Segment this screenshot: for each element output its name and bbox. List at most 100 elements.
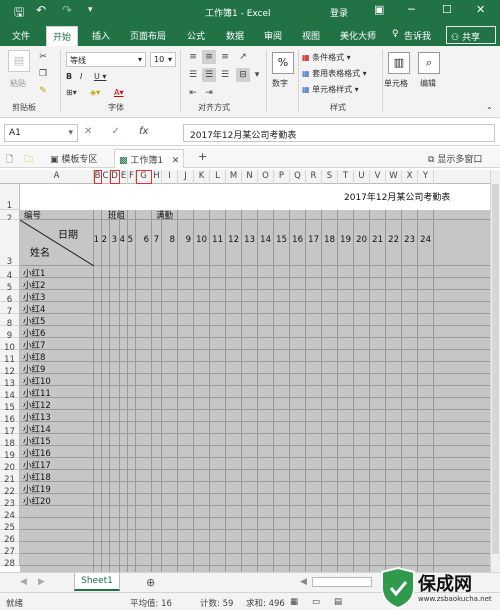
row-header-22[interactable]: 22 — [0, 482, 20, 497]
tab-page-layout[interactable]: 页面布局 — [130, 29, 166, 42]
row-header-20[interactable]: 20 — [0, 458, 20, 473]
multi-window-button[interactable]: ⧉ 显示多窗口 — [428, 152, 482, 165]
row-header-16[interactable]: 16 — [0, 410, 20, 425]
column-header-k[interactable]: K — [194, 170, 210, 184]
login-link[interactable]: 登录 — [330, 6, 348, 19]
row-header-23[interactable]: 23 — [0, 494, 20, 509]
tab-meihua[interactable]: 美化大师 — [340, 29, 376, 42]
search-icon[interactable]: ⌕ — [418, 52, 440, 74]
vertical-scrollbar[interactable] — [490, 170, 500, 572]
new-doc-icon[interactable]: 🗋 — [6, 152, 13, 168]
row-header-19[interactable]: 19 — [0, 446, 20, 461]
row-header-5[interactable]: 5 — [0, 278, 20, 293]
tab-review[interactable]: 审阅 — [264, 29, 282, 42]
cancel-icon[interactable]: ✕ — [84, 126, 92, 137]
merge-center-icon[interactable]: ⊟ — [236, 68, 250, 82]
column-header-f[interactable]: F — [128, 170, 136, 184]
hscroll-left-icon[interactable]: ◀ — [300, 577, 307, 587]
normal-view-icon[interactable]: ▦ — [290, 597, 298, 607]
table-format-button[interactable]: ▦ 套用表格格式 ▾ — [302, 68, 367, 79]
tab-home[interactable]: 开始 — [46, 26, 79, 46]
edit-button[interactable]: 编辑 — [420, 78, 436, 89]
column-header-u[interactable]: U — [354, 170, 370, 184]
column-header-q[interactable]: Q — [290, 170, 306, 184]
tab-data[interactable]: 数据 — [226, 29, 244, 42]
align-center-icon[interactable]: ☰ — [202, 68, 216, 82]
row-header-14[interactable]: 14 — [0, 386, 20, 401]
paste-icon[interactable]: ▤ — [8, 50, 30, 72]
increase-indent-icon[interactable]: ⇥ — [202, 86, 216, 100]
column-header-l[interactable]: L — [210, 170, 226, 184]
font-size-select[interactable]: 10 ▾ — [150, 52, 176, 67]
enter-icon[interactable]: ✓ — [111, 126, 119, 137]
horizontal-scrollbar[interactable] — [312, 577, 372, 587]
column-header-j[interactable]: J — [178, 170, 194, 184]
cell-style-button[interactable]: ▦ 单元格样式 ▾ — [302, 84, 359, 95]
row-header-18[interactable]: 18 — [0, 434, 20, 449]
row-header-8[interactable]: 8 — [0, 314, 20, 329]
column-header-w[interactable]: W — [386, 170, 402, 184]
column-header-t[interactable]: T — [338, 170, 354, 184]
tell-me-box[interactable]: 告诉我 — [404, 29, 431, 42]
close-icon[interactable]: ✕ — [476, 3, 485, 16]
column-header-c[interactable]: C — [102, 170, 110, 184]
column-header-e[interactable]: E — [120, 170, 128, 184]
align-top-icon[interactable]: ≡ — [186, 50, 200, 64]
maximize-icon[interactable]: ☐ — [442, 3, 452, 16]
align-middle-icon[interactable]: ≡ — [202, 50, 216, 64]
insert-function-icon[interactable]: fx — [139, 126, 148, 137]
border-icon[interactable]: ⊞▾ — [66, 88, 77, 97]
row-header-17[interactable]: 17 — [0, 422, 20, 437]
column-header-y[interactable]: Y — [418, 170, 434, 184]
orientation-icon[interactable]: ↗ — [236, 50, 250, 64]
row-header-9[interactable]: 9 — [0, 326, 20, 341]
tab-file[interactable]: 文件 — [12, 29, 30, 42]
number-format-button[interactable]: 数字 — [272, 78, 288, 89]
row-header-11[interactable]: 11 — [0, 350, 20, 365]
customize-quick-access-icon[interactable]: ▾ — [88, 5, 93, 15]
italic-button[interactable]: I — [80, 72, 82, 81]
row-header-7[interactable]: 7 — [0, 302, 20, 317]
paste-button[interactable]: 粘贴 — [10, 78, 26, 89]
column-header-s[interactable]: S — [322, 170, 338, 184]
column-header-n[interactable]: N — [242, 170, 258, 184]
copy-icon[interactable]: ❐ — [36, 67, 50, 81]
column-header-v[interactable]: V — [370, 170, 386, 184]
template-tab[interactable]: ▣ 模板专区 — [50, 152, 97, 165]
row-header-15[interactable]: 15 — [0, 398, 20, 413]
row-header-24[interactable]: 24 — [0, 506, 20, 521]
cells-icon[interactable]: ▥ — [388, 52, 410, 74]
page-layout-view-icon[interactable]: ▭ — [312, 597, 320, 607]
align-bottom-icon[interactable]: ≡ — [218, 50, 232, 64]
fill-color-icon[interactable]: ◈▾ — [90, 88, 100, 97]
row-header-4[interactable]: 4 — [0, 266, 20, 281]
sheet-tab-sheet1[interactable]: Sheet1 — [74, 573, 120, 591]
lightbulb-icon[interactable]: ♀ — [392, 29, 399, 39]
add-tab-icon[interactable]: + — [198, 150, 207, 163]
ribbon-display-icon[interactable]: ▣ — [374, 3, 384, 16]
row-header-27[interactable]: 27 — [0, 542, 20, 557]
font-name-select[interactable]: 等线 ▾ — [66, 52, 146, 67]
prev-sheet-icon[interactable]: ◀ — [20, 577, 27, 587]
column-header-h[interactable]: H — [152, 170, 162, 184]
percent-icon[interactable]: % — [272, 52, 294, 74]
share-button[interactable]: ⚇ 共享 — [446, 26, 496, 44]
redo-icon[interactable]: ↷ — [62, 3, 72, 17]
row-header-1[interactable]: 1 — [0, 184, 20, 211]
row-header-13[interactable]: 13 — [0, 374, 20, 389]
row-header-28[interactable]: 28 — [0, 554, 20, 569]
name-box[interactable]: A1 ▾ — [4, 124, 78, 142]
column-header-x[interactable]: X — [402, 170, 418, 184]
folder-icon[interactable]: 🗀 — [24, 152, 33, 168]
column-header-o[interactable]: O — [258, 170, 274, 184]
minimize-icon[interactable]: ─ — [408, 3, 415, 16]
merge-dropdown-icon[interactable]: ▾ — [250, 68, 264, 82]
column-header-p[interactable]: P — [274, 170, 290, 184]
add-sheet-icon[interactable]: ⊕ — [146, 576, 155, 589]
row-header-25[interactable]: 25 — [0, 518, 20, 533]
column-header-i[interactable]: I — [162, 170, 178, 184]
row-header-2[interactable]: 2 — [0, 210, 20, 224]
align-left-icon[interactable]: ☰ — [186, 68, 200, 82]
row-header-6[interactable]: 6 — [0, 290, 20, 305]
cells-button[interactable]: 单元格 — [384, 78, 408, 89]
